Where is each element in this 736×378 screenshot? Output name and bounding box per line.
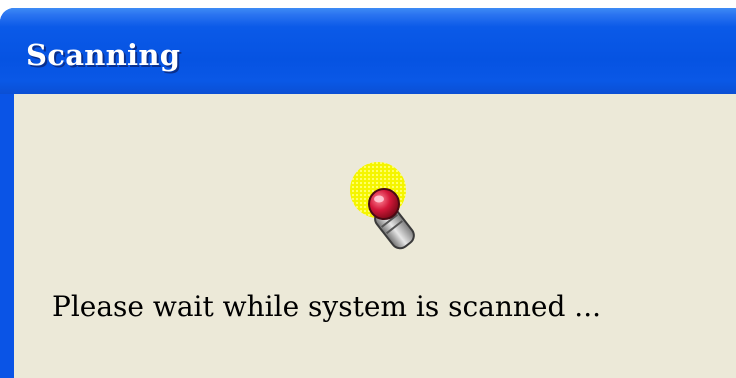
dialog-body: Please wait while system is scanned ... [14, 94, 736, 378]
title-bar[interactable]: Scanning [0, 8, 736, 94]
scanning-dialog: Scanning Please wait while system is sca… [0, 8, 736, 378]
dialog-title: Scanning [26, 38, 181, 72]
status-message: Please wait while system is scanned ... [52, 290, 602, 323]
flashlight-icon [350, 162, 415, 250]
